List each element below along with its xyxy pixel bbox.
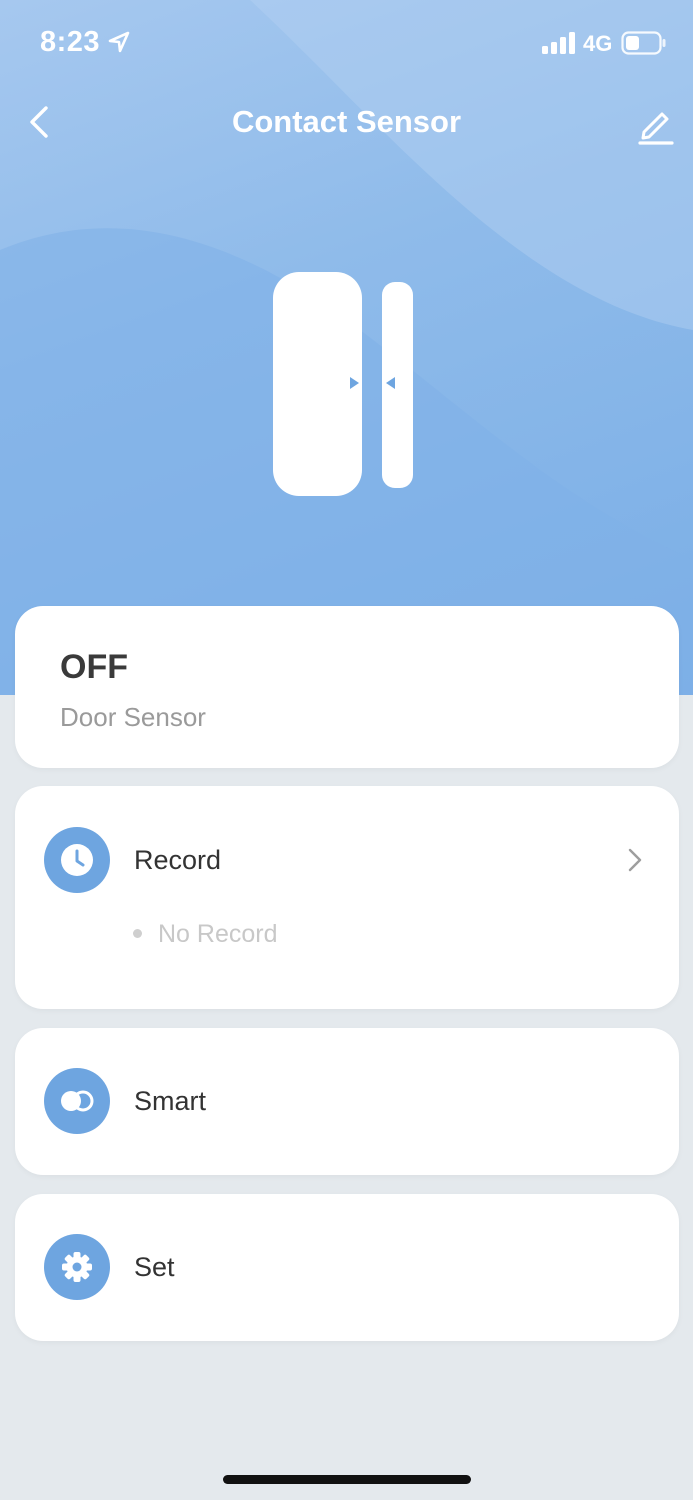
sensor-state: OFF bbox=[60, 648, 128, 686]
signal-icon bbox=[542, 32, 576, 59]
gear-icon bbox=[44, 1234, 110, 1300]
page-title: Contact Sensor bbox=[231, 104, 462, 139]
battery-icon bbox=[621, 31, 667, 60]
device-type: Door Sensor bbox=[60, 702, 206, 732]
smart-row[interactable]: Smart bbox=[15, 1028, 679, 1175]
record-label: Record bbox=[134, 845, 222, 875]
no-record-text: No Record bbox=[158, 920, 278, 948]
toggle-icon bbox=[44, 1068, 110, 1134]
bullet-dot bbox=[133, 929, 142, 938]
chevron-right-icon bbox=[628, 848, 642, 872]
location-arrow-icon bbox=[108, 31, 130, 58]
edit-button[interactable] bbox=[634, 102, 678, 146]
pencil-icon bbox=[638, 112, 674, 145]
network-type: 4G bbox=[583, 31, 613, 56]
record-row[interactable]: Record No Record bbox=[15, 786, 679, 1009]
smart-label: Smart bbox=[134, 1086, 207, 1116]
device-status-card: OFF Door Sensor bbox=[15, 606, 679, 768]
status-time: 8:23 bbox=[40, 26, 101, 58]
clock-icon bbox=[44, 827, 110, 893]
status-bar: 8:23 4G bbox=[0, 0, 693, 86]
set-row[interactable]: Set bbox=[15, 1194, 679, 1341]
header-background: 8:23 4G Contact Sensor bbox=[0, 0, 693, 695]
set-label: Set bbox=[134, 1252, 175, 1282]
door-contact-sensor-icon bbox=[272, 270, 417, 505]
home-indicator[interactable] bbox=[223, 1475, 471, 1484]
navigation-bar: Contact Sensor bbox=[0, 90, 693, 156]
